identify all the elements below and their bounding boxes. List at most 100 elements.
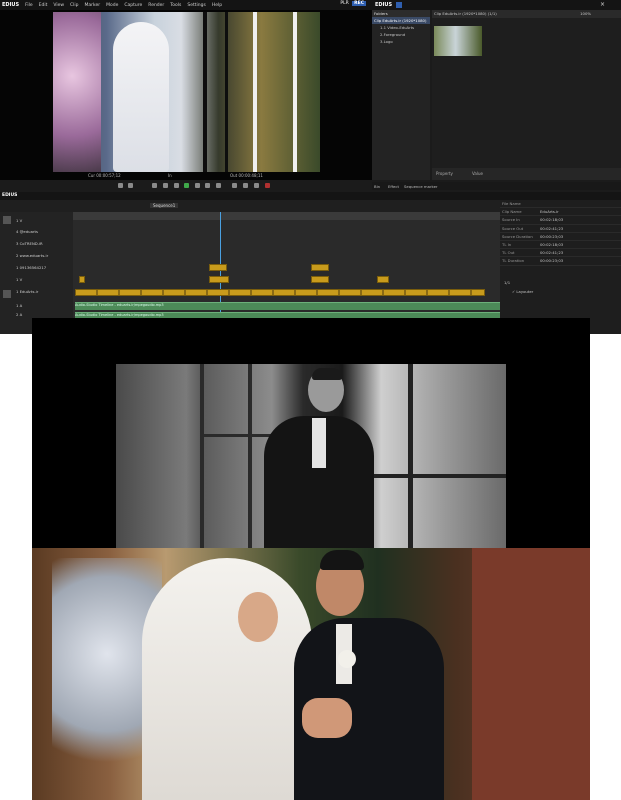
tab-bin[interactable]: Bin bbox=[374, 184, 380, 189]
menu-clip[interactable]: Clip bbox=[67, 3, 82, 8]
set-out-icon[interactable] bbox=[128, 183, 133, 188]
rewind-icon[interactable] bbox=[163, 183, 168, 188]
layouter-item[interactable]: ✓ Layouter bbox=[500, 289, 621, 294]
track-label[interactable]: 2 A bbox=[16, 312, 22, 317]
rec-label[interactable]: REC bbox=[352, 1, 366, 6]
panel-tabs: Bin Effect Sequence marker bbox=[372, 182, 621, 190]
loop-icon[interactable] bbox=[216, 183, 221, 188]
fast-forward-icon[interactable] bbox=[205, 183, 210, 188]
video-clip[interactable] bbox=[209, 276, 229, 283]
overwrite-icon[interactable] bbox=[243, 183, 248, 188]
video-clip[interactable] bbox=[377, 276, 389, 283]
close-icon[interactable]: × bbox=[600, 1, 605, 8]
folder-item[interactable]: 1.1 Video-EduArts bbox=[372, 24, 430, 31]
folder-item[interactable]: 2.Foreground bbox=[372, 31, 430, 38]
info-row: TL Duration 00:00:23;03 bbox=[500, 257, 621, 266]
layouter-label: Layouter bbox=[516, 288, 534, 294]
track-label[interactable]: 1 V bbox=[16, 218, 22, 223]
bride-figure bbox=[142, 558, 312, 800]
menu-edit[interactable]: Edit bbox=[36, 3, 51, 8]
plr-label[interactable]: PLR bbox=[340, 1, 348, 6]
menu-mode[interactable]: Mode bbox=[103, 3, 121, 8]
info-label: Clip Name bbox=[502, 209, 522, 215]
menu-bar: EDIUS File Edit View Clip Marker Mode Ca… bbox=[0, 0, 372, 10]
track-label[interactable]: 2 www.eduarts.ir bbox=[16, 253, 48, 258]
track-headers: 1 V 4 @eduarts 3 CoTREND.iR 2 www.eduart… bbox=[0, 212, 73, 334]
bin-zoom[interactable]: 100% bbox=[580, 10, 591, 18]
audio-clip[interactable]: Audio-Studio Timeline - eduarts.ir/mpega… bbox=[75, 302, 500, 310]
info-row: Source In 00:02:18;03 bbox=[500, 216, 621, 225]
couple-color-photo bbox=[32, 548, 590, 800]
menu-file[interactable]: File bbox=[22, 3, 36, 8]
window-frame-bar bbox=[248, 364, 252, 548]
folder-item[interactable]: 3.Logo bbox=[372, 38, 430, 45]
info-label: Source In bbox=[502, 217, 520, 223]
track-label[interactable]: 3 CoTREND.iR bbox=[16, 241, 43, 246]
menu-capture[interactable]: Capture bbox=[121, 3, 145, 8]
set-in-icon[interactable] bbox=[118, 183, 123, 188]
tab-sequence-marker[interactable]: Sequence marker bbox=[404, 184, 437, 189]
cur-value: 00:00:57;12 bbox=[96, 173, 121, 178]
window-frame-bar bbox=[225, 12, 228, 172]
check-icon[interactable]: ✓ bbox=[512, 289, 515, 294]
groom-bw-photo bbox=[116, 364, 506, 548]
track-toggle-icon[interactable] bbox=[3, 216, 11, 224]
in-timecode: In bbox=[168, 173, 172, 178]
bin-properties-header: Property Value bbox=[432, 168, 621, 180]
info-row: TL Out 00:02:41;23 bbox=[500, 249, 621, 258]
plr-rec-switch[interactable]: PLR REC bbox=[340, 1, 366, 6]
step-forward-icon[interactable] bbox=[195, 183, 200, 188]
bin-titlebar: EDIUS × bbox=[372, 0, 621, 10]
track-label[interactable]: 1 V bbox=[16, 277, 22, 282]
folder-item[interactable]: Clip EduArts.ir (1920*1080) bbox=[372, 17, 430, 24]
menu-render[interactable]: Render bbox=[145, 3, 167, 8]
out-value: 00:00:48;11 bbox=[238, 173, 263, 178]
info-row: Source Out 00:02:41;23 bbox=[500, 225, 621, 233]
video-clip[interactable] bbox=[311, 276, 329, 283]
menu-settings[interactable]: Settings bbox=[184, 3, 208, 8]
recorder-viewer: Cur 00:00:57;12 In Out 00:00:48;11 bbox=[0, 10, 372, 187]
bin-mode-icon[interactable] bbox=[396, 2, 402, 8]
clip-thumbnail[interactable] bbox=[434, 26, 482, 56]
info-label: Source Duration bbox=[502, 233, 533, 239]
bin-logo: EDIUS bbox=[375, 2, 393, 8]
boutonniere bbox=[338, 650, 356, 668]
play-icon[interactable] bbox=[184, 183, 189, 188]
playback-controls bbox=[0, 180, 372, 192]
main-video-track-clips[interactable] bbox=[75, 289, 485, 296]
video-clip[interactable] bbox=[311, 264, 329, 271]
info-value: 00:02:41;23 bbox=[540, 225, 564, 231]
track-label[interactable]: 4 @eduarts bbox=[16, 229, 38, 234]
stop-icon[interactable] bbox=[152, 183, 157, 188]
window-frame-bar bbox=[408, 364, 413, 548]
info-row: Clip Name EduArts.ir bbox=[500, 208, 621, 217]
export-icon[interactable] bbox=[265, 183, 270, 188]
menu-view[interactable]: View bbox=[50, 3, 67, 8]
prev-edit-icon[interactable] bbox=[254, 183, 259, 188]
tab-effect[interactable]: Effect bbox=[388, 184, 399, 189]
track-label[interactable]: 1 A bbox=[16, 303, 22, 308]
timeline-tracks[interactable]: Audio-Studio Timeline - eduarts.ir/mpega… bbox=[73, 212, 500, 334]
info-row: File Name bbox=[500, 200, 621, 209]
menu-marker[interactable]: Marker bbox=[82, 3, 104, 8]
insert-icon[interactable] bbox=[232, 183, 237, 188]
track-label[interactable]: 1 EduArts.ir bbox=[16, 289, 38, 294]
info-row: TL In 00:02:18;03 bbox=[500, 241, 621, 250]
menu-help[interactable]: Help bbox=[209, 3, 225, 8]
video-clip[interactable] bbox=[79, 276, 85, 283]
app-logo: EDIUS bbox=[2, 2, 20, 8]
video-clip[interactable] bbox=[209, 264, 227, 271]
cur-timecode: Cur 00:00:57;12 bbox=[88, 173, 121, 178]
step-back-icon[interactable] bbox=[174, 183, 179, 188]
time-ruler[interactable] bbox=[73, 212, 500, 220]
audio-clip-label: Audio-Studio Timeline - eduarts.ir/mpega… bbox=[75, 303, 164, 307]
sequence-tab[interactable]: Sequence1 bbox=[150, 203, 179, 208]
track-label[interactable]: 1 09136564217 bbox=[16, 265, 46, 270]
counter: 1/1 bbox=[504, 279, 511, 285]
track-toggle-icon[interactable] bbox=[3, 290, 11, 298]
timeline-logo: EDIUS bbox=[2, 193, 18, 198]
info-label: TL In bbox=[502, 242, 512, 248]
property-tab: Property bbox=[436, 171, 453, 176]
menu-tools[interactable]: Tools bbox=[167, 3, 184, 8]
clip-bin: Clip EduArts.ir (1920*1080) (1/1) 100% bbox=[432, 10, 621, 180]
